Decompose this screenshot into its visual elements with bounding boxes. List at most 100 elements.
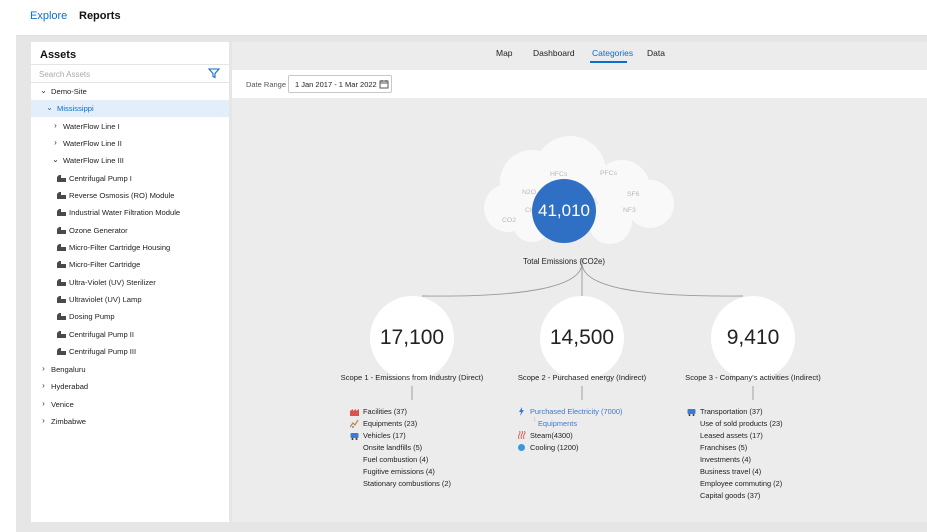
assets-sidebar: Assets ⌄ Demo-Site ⌄ Mississippi › Water… [31, 42, 229, 522]
scope-3-value[interactable]: 9,410 [711, 296, 795, 380]
tree-item-zimbabwe[interactable]: › Zimbabwe [31, 413, 229, 430]
tree-item-asset[interactable]: Industrial Water Filtration Module [31, 204, 229, 221]
filter-icon[interactable] [208, 67, 220, 79]
search-input[interactable] [39, 68, 199, 81]
top-navigation: Explore Reports [16, 0, 927, 36]
asset-icon [57, 175, 66, 182]
chevron-right-icon[interactable]: › [39, 399, 48, 408]
tree-item-label: Ultra-Violet (UV) Sterilizer [69, 278, 156, 287]
calendar-icon[interactable] [379, 79, 389, 89]
tree-item-label: Ozone Generator [69, 226, 128, 235]
tree-item-asset[interactable]: Centrifugal Pump I [31, 170, 229, 187]
tab-bar: Map Dashboard Categories Data [232, 42, 927, 66]
chevron-down-icon[interactable]: ⌄ [39, 86, 48, 95]
filter-bar: Date Range 1 Jan 2017 - 1 Mar 2022 [232, 70, 927, 98]
scope-1-item[interactable]: Fuel combustion (4) [363, 455, 428, 464]
chevron-down-icon[interactable]: ⌄ [51, 155, 60, 164]
scope-1-item[interactable]: Facilities (37) [363, 407, 407, 416]
tree-item-label: Dosing Pump [69, 312, 115, 321]
scope-2-item[interactable]: Purchased Electricity (7000) [530, 407, 622, 416]
active-tab-indicator [590, 61, 627, 63]
tree-item-venice[interactable]: › Venice [31, 396, 229, 413]
asset-icon [57, 244, 66, 251]
tree-item-hyderabad[interactable]: › Hyderabad [31, 378, 229, 395]
scope-3-label: Scope 3 - Company's activities (Indirect… [685, 373, 821, 382]
scope-1-value[interactable]: 17,100 [370, 296, 454, 380]
tab-categories[interactable]: Categories [592, 48, 633, 58]
asset-icon [57, 313, 66, 320]
chevron-right-icon[interactable]: › [39, 364, 48, 373]
scope-2-item[interactable]: Cooling (1200) [530, 443, 578, 452]
scope-3-item[interactable]: Leased assets (17) [700, 431, 763, 440]
gas-label: NF3 [623, 207, 636, 214]
tree-item-label: WaterFlow Line I [63, 122, 120, 131]
tree-item-asset[interactable]: Ultraviolet (UV) Lamp [31, 291, 229, 308]
chevron-right-icon[interactable]: › [39, 416, 48, 425]
tree-item-label: Centrifugal Pump III [69, 347, 137, 356]
date-range-picker[interactable]: 1 Jan 2017 - 1 Mar 2022 [288, 75, 392, 93]
total-emissions-value[interactable]: 41,010 [532, 179, 596, 243]
tree-item-waterflow-line-2[interactable]: › WaterFlow Line II [31, 135, 229, 152]
tree-item-mississippi[interactable]: ⌄ Mississippi [31, 100, 229, 117]
chevron-right-icon[interactable]: › [39, 381, 48, 390]
tree-item-asset[interactable]: Centrifugal Pump III [31, 343, 229, 360]
chevron-right-icon[interactable]: › [51, 138, 60, 147]
asset-icon [57, 296, 66, 303]
scope-3-item[interactable]: Use of sold products (23) [700, 419, 783, 428]
scope-1-item[interactable]: Vehicles (17) [363, 431, 406, 440]
scope-1-item[interactable]: Onsite landfills (5) [363, 443, 422, 452]
scope-2-item[interactable]: Steam(4300) [530, 431, 573, 440]
tab-map[interactable]: Map [496, 48, 513, 58]
asset-icon [57, 227, 66, 234]
steam-icon [518, 431, 526, 440]
tab-dashboard[interactable]: Dashboard [533, 48, 575, 58]
asset-icon [57, 209, 66, 216]
scope-3-item[interactable]: Employee commuting (2) [700, 479, 782, 488]
scope-3-item[interactable]: Business travel (4) [700, 467, 761, 476]
tree-item-asset[interactable]: Reverse Osmosis (RO) Module [31, 187, 229, 204]
tree-item-demo-site[interactable]: ⌄ Demo-Site [31, 83, 229, 100]
gas-label: SF6 [627, 191, 640, 198]
scope-1-item[interactable]: Stationary combustions (2) [363, 479, 451, 488]
scope-3-item[interactable]: Transportation (37) [700, 407, 763, 416]
scope-1-item[interactable]: Fugitive emissions (4) [363, 467, 435, 476]
scope-1-item[interactable]: Equipments (23) [363, 419, 417, 428]
tree-item-label: Mississippi [57, 104, 94, 113]
scope-3-item[interactable]: Capital goods (37) [700, 491, 760, 500]
tree-item-asset[interactable]: Dosing Pump [31, 308, 229, 325]
total-emissions-label: Total Emissions (CO2e) [523, 257, 605, 266]
chevron-right-icon[interactable]: › [51, 121, 60, 130]
tree-item-label: Hyderabad [51, 382, 89, 391]
tree-item-label: WaterFlow Line III [63, 156, 124, 165]
main-content: Map Dashboard Categories Data Date Range… [232, 42, 927, 522]
tree-item-waterflow-line-3[interactable]: ⌄ WaterFlow Line III [31, 152, 229, 169]
scope-3-item[interactable]: Investments (4) [700, 455, 751, 464]
tree-item-asset[interactable]: Ultra-Violet (UV) Sterilizer [31, 274, 229, 291]
tree-item-label: Zimbabwe [51, 417, 87, 426]
tree-item-asset[interactable]: Micro-Filter Cartridge Housing [31, 239, 229, 256]
equipment-icon [350, 419, 359, 428]
tree-item-label: WaterFlow Line II [63, 139, 122, 148]
tree-connector: └ [532, 418, 537, 424]
vehicle-icon [687, 409, 696, 416]
tree-item-label: Centrifugal Pump I [69, 174, 132, 183]
scope-3-item[interactable]: Franchises (5) [700, 443, 747, 452]
vehicle-icon [350, 433, 359, 440]
tree-item-asset[interactable]: Ozone Generator [31, 222, 229, 239]
factory-icon [350, 409, 359, 416]
tree-item-bengaluru[interactable]: › Bengaluru [31, 361, 229, 378]
tree-item-asset[interactable]: Micro-Filter Cartridge [31, 256, 229, 273]
tree-item-label: Ultraviolet (UV) Lamp [69, 295, 142, 304]
scope-2-value[interactable]: 14,500 [540, 296, 624, 380]
tree-item-label: Micro-Filter Cartridge Housing [69, 243, 171, 252]
chevron-down-icon[interactable]: ⌄ [45, 103, 54, 112]
nav-explore-link[interactable]: Explore [30, 10, 67, 22]
gas-label: N2O [522, 189, 536, 196]
tree-item-waterflow-line-1[interactable]: › WaterFlow Line I [31, 118, 229, 135]
tree-item-asset[interactable]: Centrifugal Pump II [31, 326, 229, 343]
emissions-diagram: HFCs PFCs N2O SF6 CH4 NF3 CO2 41,010 Tot… [232, 98, 927, 522]
sidebar-title: Assets [40, 49, 77, 61]
scope-2-item[interactable]: Equipments [538, 419, 577, 428]
tab-data[interactable]: Data [647, 48, 665, 58]
nav-reports-link[interactable]: Reports [79, 10, 121, 22]
